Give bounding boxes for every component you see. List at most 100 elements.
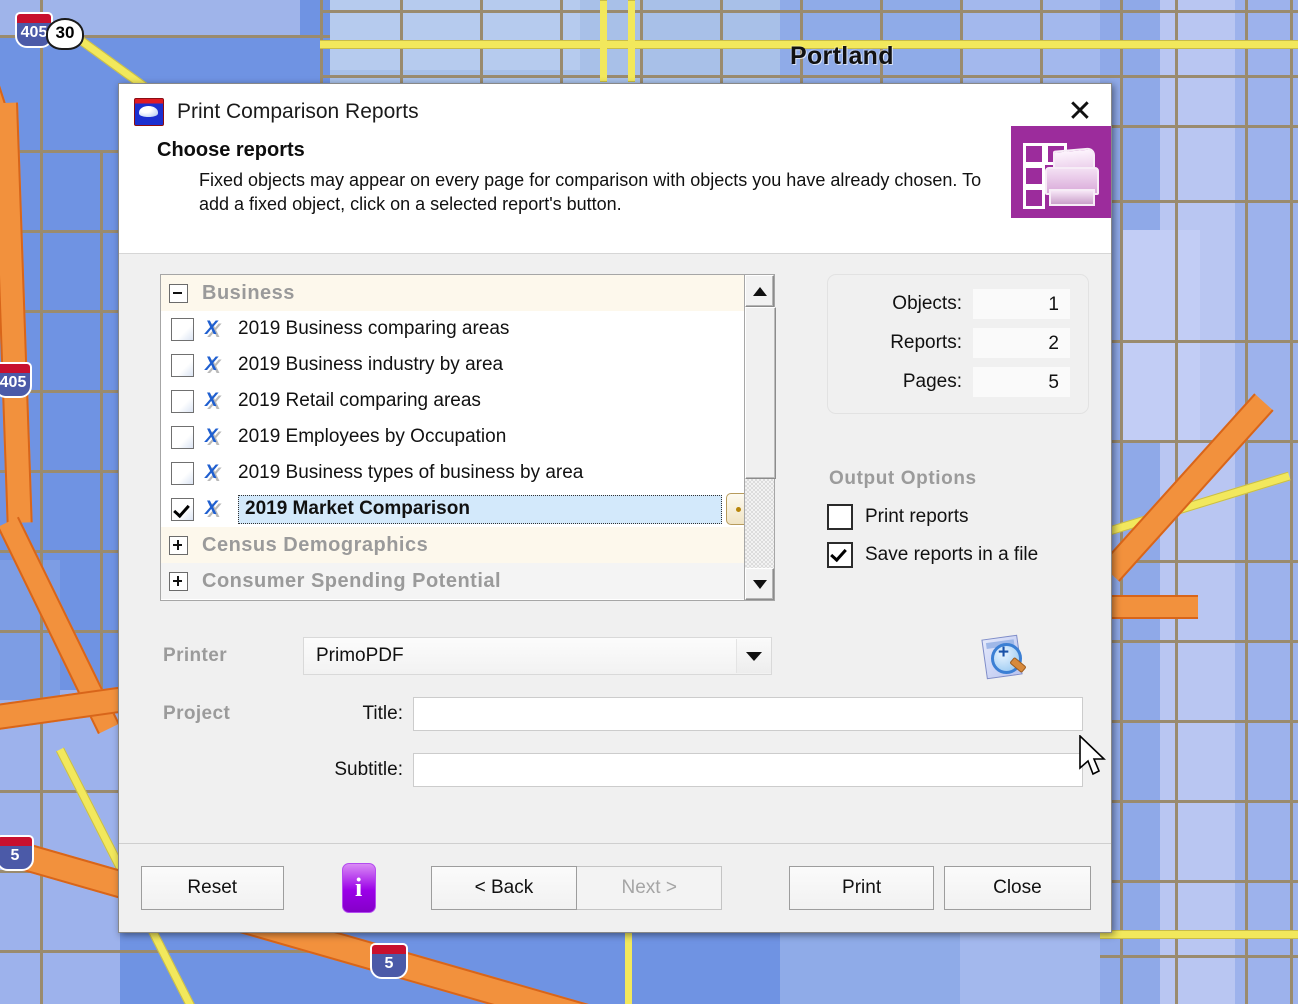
- collapse-minus-icon[interactable]: [169, 283, 188, 303]
- reports-value: 2: [973, 328, 1070, 358]
- printer-row: Printer PrimoPDF: [163, 634, 1089, 680]
- pages-value: 5: [973, 367, 1070, 397]
- list-item-selected[interactable]: X 2019 Market Comparison: [161, 491, 745, 527]
- triangle-down-icon: [752, 579, 767, 589]
- report-checkbox[interactable]: [171, 317, 194, 341]
- page-description: Fixed objects may appear on every page f…: [199, 170, 982, 214]
- pages-row: Pages: 5: [838, 367, 1070, 397]
- map-street: [1100, 125, 1298, 128]
- excel-x-icon: X: [205, 318, 218, 339]
- app-icon: [134, 97, 164, 126]
- printer-select[interactable]: PrimoPDF: [303, 637, 772, 675]
- chevron-down-icon[interactable]: [736, 639, 771, 673]
- excel-x-icon: X: [205, 426, 218, 447]
- report-checkbox[interactable]: [171, 425, 194, 449]
- dot: [735, 506, 741, 512]
- scrollbar-track[interactable]: [745, 307, 776, 568]
- counts-box: Objects: 1 Reports: 2 Pages: 5: [827, 274, 1089, 414]
- print-reports-option[interactable]: Print reports: [827, 504, 1089, 530]
- summary-panel: Objects: 1 Reports: 2 Pages: 5 Output Op…: [827, 274, 1089, 601]
- print-button[interactable]: Print: [789, 866, 934, 910]
- expand-plus-icon[interactable]: [169, 535, 188, 555]
- list-item-label: 2019 Market Comparison: [238, 494, 722, 524]
- excel-x-icon: X: [205, 390, 218, 411]
- map-street: [1100, 200, 1298, 203]
- project-title-row: Project Title:: [163, 697, 1089, 731]
- dialog-body: Business X 2019 Business comparing areas…: [119, 254, 1111, 843]
- excel-x-icon: X: [205, 498, 218, 519]
- report-checkbox[interactable]: [171, 353, 194, 377]
- report-list[interactable]: Business X 2019 Business comparing areas…: [160, 274, 776, 601]
- objects-label: Objects:: [892, 293, 962, 314]
- report-options-button[interactable]: [726, 493, 745, 525]
- list-item[interactable]: X 2019 Business comparing areas: [161, 311, 744, 347]
- group-header-business[interactable]: Business: [161, 275, 745, 311]
- list-item-label: 2019 Employees by Occupation: [238, 426, 507, 447]
- objects-row: Objects: 1: [838, 289, 1070, 319]
- list-item-label: 2019 Business comparing areas: [238, 318, 510, 339]
- project-subtitle-input[interactable]: [413, 753, 1083, 787]
- output-options-title: Output Options: [829, 468, 977, 489]
- print-reports-checkbox[interactable]: [827, 504, 853, 530]
- map-street: [320, 75, 1298, 78]
- group-header-census-demographics[interactable]: Census Demographics: [161, 527, 745, 563]
- objects-value: 1: [973, 289, 1070, 319]
- list-item[interactable]: X 2019 Retail comparing areas: [161, 383, 744, 419]
- subtitle-label: Subtitle:: [334, 759, 403, 780]
- print-preview-icon[interactable]: [978, 633, 1027, 680]
- map-street: [1100, 720, 1298, 723]
- map-street: [1290, 0, 1293, 1004]
- scrollbar-thumb[interactable]: [745, 307, 776, 479]
- output-form: Printer PrimoPDF Project Title: Subtit: [163, 634, 1089, 787]
- save-reports-option[interactable]: Save reports in a file: [827, 542, 1089, 568]
- report-checkbox[interactable]: [171, 497, 194, 521]
- group-label: Census Demographics: [202, 533, 429, 556]
- list-item[interactable]: X 2019 Business types of business by are…: [161, 455, 744, 491]
- group-label: Consumer Spending Potential: [202, 569, 502, 592]
- close-button[interactable]: Close: [943, 866, 1092, 910]
- group-label: Business: [202, 281, 295, 304]
- list-item[interactable]: X 2019 Business industry by area: [161, 347, 744, 383]
- scroll-up-button[interactable]: [745, 275, 774, 307]
- triangle-up-icon: [752, 286, 767, 296]
- list-item-label: 2019 Retail comparing areas: [238, 390, 481, 411]
- save-reports-label: Save reports in a file: [865, 544, 1039, 565]
- report-list-items[interactable]: Business X 2019 Business comparing areas…: [161, 275, 745, 600]
- project-title-input[interactable]: [413, 697, 1083, 731]
- printer-output-tray: [1049, 189, 1095, 206]
- map-city-label: Portland: [790, 42, 894, 70]
- dialog-header: Print Comparison Reports ✕ Choose report…: [119, 84, 1111, 254]
- back-button[interactable]: < Back: [430, 866, 578, 910]
- project-subtitle-row: Subtitle:: [163, 753, 1089, 787]
- scroll-down-button[interactable]: [745, 568, 774, 600]
- expand-plus-icon[interactable]: [169, 571, 188, 591]
- map-street: [1100, 340, 1298, 343]
- pages-label: Pages:: [902, 371, 962, 392]
- map-street: [1100, 440, 1298, 443]
- shield-label: 405: [20, 24, 48, 41]
- printer-square: [1023, 143, 1045, 165]
- list-item[interactable]: X 2019 Employees by Occupation: [161, 419, 744, 455]
- map-arterial-road: [628, 0, 635, 82]
- printer-square: [1023, 165, 1045, 187]
- reset-button[interactable]: Reset: [141, 866, 284, 910]
- report-checkbox[interactable]: [171, 461, 194, 485]
- shield-label: 30: [55, 23, 75, 42]
- group-header-consumer-spending-potential[interactable]: Consumer Spending Potential: [161, 563, 745, 599]
- content-row: Business X 2019 Business comparing areas…: [141, 274, 1089, 601]
- map-polygon: [1120, 230, 1200, 440]
- excel-x-icon: X: [205, 354, 218, 375]
- report-checkbox[interactable]: [171, 389, 194, 413]
- report-list-scrollbar[interactable]: [744, 275, 776, 600]
- save-reports-checkbox[interactable]: [827, 542, 853, 568]
- next-button: Next >: [577, 866, 723, 910]
- printer-selected-value: PrimoPDF: [316, 645, 404, 666]
- dialog-footer: Reset i < Back Next > Print Close: [119, 843, 1111, 932]
- project-label: Project: [163, 703, 231, 724]
- info-icon[interactable]: i: [341, 863, 376, 913]
- map-street: [1100, 640, 1298, 643]
- map-street: [1120, 0, 1123, 1004]
- printer-icon: [1011, 126, 1111, 218]
- map-street: [1245, 0, 1248, 1004]
- dialog-instructions: Choose reports Fixed objects may appear …: [119, 126, 1111, 218]
